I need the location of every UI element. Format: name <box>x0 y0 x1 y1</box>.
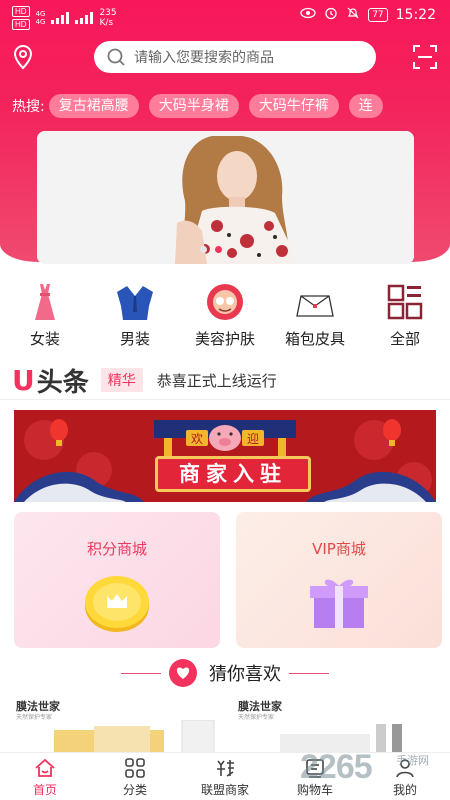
bottom-tab-bar: 首页 分类 联盟商家 购物车 我的 <box>0 752 450 800</box>
beauty-icon <box>205 282 245 322</box>
grid-icon <box>385 282 425 322</box>
guess-you-like-header: 猜你喜欢 <box>0 658 450 688</box>
app-page: HD HD 4G 4G 235 K/s 77 15:22 请输入您要搜索的商品 … <box>0 0 450 800</box>
headline-brand-text: 头条 <box>36 367 89 398</box>
category-label: 男装 <box>119 330 150 348</box>
category-label: 女装 <box>29 330 60 348</box>
tab-label: 联盟商家 <box>200 783 249 797</box>
welcome-sign-left: 欢 <box>191 431 203 446</box>
signal-icon <box>51 12 70 24</box>
category-bags[interactable]: 箱包皮具 <box>270 282 360 348</box>
banner-model-image <box>37 131 414 264</box>
merchant-join-banner[interactable]: 欢 迎 商家入驻 <box>14 410 436 502</box>
net-speed-unit: K/s <box>99 18 114 28</box>
tab-label: 我的 <box>392 783 417 797</box>
network-type: 4G <box>35 18 46 26</box>
category-label: 全部 <box>389 330 420 348</box>
net-speed: 235 <box>99 8 117 18</box>
page-dot <box>200 246 207 253</box>
vip-mall-title: VIP商城 <box>312 540 366 558</box>
promo-banner[interactable] <box>37 131 414 264</box>
home-icon <box>34 757 56 779</box>
search-placeholder: 请输入您要搜索的商品 <box>134 50 274 66</box>
scan-icon[interactable] <box>412 44 438 70</box>
vip-mall-card[interactable]: VIP商城 <box>236 512 442 648</box>
watermark-sub: 手游网 <box>396 754 429 767</box>
guess-title: 猜你喜欢 <box>209 664 281 685</box>
divider <box>0 399 450 400</box>
signal-icon <box>75 12 94 24</box>
bag-icon <box>295 282 335 322</box>
alliance-icon <box>214 757 236 779</box>
alarm-icon <box>324 6 338 24</box>
coin-icon <box>85 576 149 632</box>
category-women[interactable]: 女装 <box>0 282 90 348</box>
location-icon[interactable] <box>12 44 34 70</box>
hot-search-chip[interactable]: 大码半身裙 <box>148 94 239 118</box>
category-nav: 女装 男装 美容护肤 箱包皮具 全部 <box>0 282 450 348</box>
tab-category[interactable]: 分类 <box>90 753 180 800</box>
battery-icon: 77 <box>368 8 388 22</box>
status-bar: HD HD 4G 4G 235 K/s 77 15:22 <box>0 0 450 30</box>
hd-badge-icon: HD <box>12 6 30 17</box>
page-dot-active <box>215 246 222 253</box>
mute-icon <box>346 6 360 24</box>
product-card[interactable]: 膜法世家 天然保护专家 <box>14 698 220 754</box>
battery-level: 77 <box>372 10 384 20</box>
category-men[interactable]: 男装 <box>90 282 180 348</box>
headline-brand: U 头条 <box>12 362 89 399</box>
heart-icon <box>169 659 197 687</box>
tab-alliance[interactable]: 联盟商家 <box>180 753 270 800</box>
hot-search-chip[interactable]: 大码牛仔裤 <box>248 94 339 118</box>
guess-divider-left <box>121 672 161 674</box>
hot-search-chip[interactable]: 复古裙高腰 <box>48 94 139 118</box>
search-icon <box>106 47 126 67</box>
welcome-sign-right: 迎 <box>247 432 259 446</box>
points-mall-card[interactable]: 积分商城 <box>14 512 220 648</box>
tab-label: 首页 <box>32 783 57 797</box>
gift-icon <box>310 579 368 628</box>
headline-message: 恭喜正式上线运行 <box>156 371 277 390</box>
merchant-banner-title: 商家入驻 <box>155 456 311 492</box>
hot-search-chip[interactable]: 连 <box>348 94 383 118</box>
hot-search-label: 热搜: <box>12 99 45 115</box>
product-brand-sub: 天然保护专家 <box>238 714 275 721</box>
hot-search-bar: 热搜: 复古裙高腰 大码半身裙 大码牛仔裤 连 <box>0 92 450 120</box>
dress-icon <box>25 282 65 322</box>
category-beauty[interactable]: 美容护肤 <box>180 282 270 348</box>
suit-icon <box>115 282 155 322</box>
guess-divider-right <box>289 672 329 674</box>
search-input[interactable]: 请输入您要搜索的商品 <box>94 41 376 73</box>
category-label: 箱包皮具 <box>284 330 345 348</box>
top-bar: 请输入您要搜索的商品 <box>0 38 450 78</box>
product-image <box>54 720 215 754</box>
tab-label: 分类 <box>122 783 147 797</box>
headline-tag: 精华 <box>100 368 143 392</box>
category-label: 美容护肤 <box>194 330 255 348</box>
category-icon <box>124 757 146 779</box>
hd-badge-icon: HD <box>12 19 30 30</box>
clock: 15:22 <box>395 7 436 23</box>
network-type: 4G <box>35 10 46 18</box>
headline-bar[interactable]: U 头条 精华 恭喜正式上线运行 <box>0 362 450 398</box>
product-brand-sub: 天然保护专家 <box>16 714 53 721</box>
tab-home[interactable]: 首页 <box>0 753 90 800</box>
category-all[interactable]: 全部 <box>360 282 450 348</box>
product-card[interactable]: 膜法世家 天然保护专家 <box>236 698 442 754</box>
eye-icon <box>300 7 316 23</box>
headline-brand-u: U <box>12 363 35 397</box>
banner-pagination <box>200 246 222 253</box>
watermark-logo: 2265 <box>300 748 373 786</box>
points-mall-title: 积分商城 <box>86 540 147 558</box>
